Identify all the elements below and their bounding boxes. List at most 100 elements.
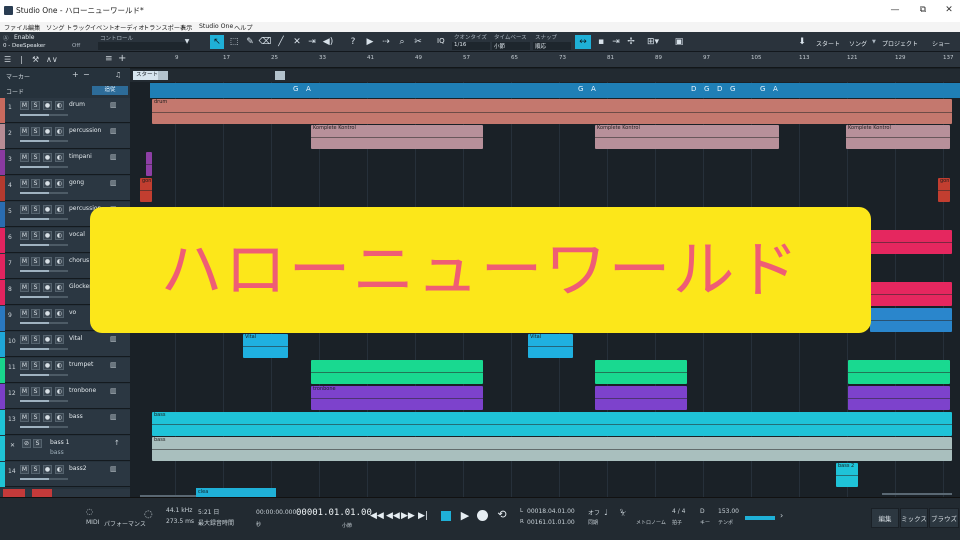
add-icon[interactable]: + (118, 53, 126, 64)
monitor-button[interactable]: M (20, 257, 29, 266)
close-icon[interactable]: ✕ (940, 5, 958, 15)
timeline-ruler[interactable]: 9172533414957657381899710511312112913714… (130, 52, 960, 68)
stop-snap-icon[interactable]: ▪ (594, 35, 608, 49)
monitor-input-button[interactable]: ◐ (55, 335, 64, 344)
track-color[interactable] (0, 436, 5, 461)
track-name[interactable]: percussion (69, 127, 101, 134)
track-header[interactable]: 10 M S ● ◐ Vital ▥ (0, 332, 130, 357)
monitor-button[interactable]: M (20, 465, 29, 474)
record-arm-button[interactable]: ● (43, 257, 52, 266)
chord-label[interactable]: G (578, 85, 584, 93)
solo-button[interactable]: S (31, 335, 40, 344)
pencil-tool-icon[interactable]: ✎ (243, 35, 257, 49)
instrument-icon[interactable]: ▥ (110, 101, 117, 109)
clip[interactable] (595, 386, 687, 410)
marker-lane[interactable]: スタート (130, 69, 960, 82)
chord-label[interactable]: D (691, 85, 697, 93)
clip[interactable]: Komplete Kontrol (595, 125, 779, 149)
monitor-button[interactable]: M (20, 179, 29, 188)
track-header[interactable]: 4 M S ● ◐ gong ▥ (0, 176, 130, 201)
monitor-input-button[interactable]: ◐ (55, 101, 64, 110)
monitor-input-button[interactable]: ◐ (55, 413, 64, 422)
position-display[interactable]: 00001.01.01.00 (296, 508, 372, 518)
zoom-slider[interactable] (882, 493, 952, 495)
clip[interactable] (848, 360, 950, 384)
scissors-icon[interactable]: ✂ (411, 35, 425, 49)
inspector-icon[interactable]: | (20, 55, 23, 64)
clip[interactable] (595, 360, 687, 384)
monitor-input-button[interactable]: ◐ (55, 465, 64, 474)
rewind-start-icon[interactable]: ◀◀ (370, 511, 384, 521)
track-color[interactable] (0, 358, 5, 383)
record-arm-button[interactable]: ● (43, 101, 52, 110)
clip[interactable]: gon (140, 178, 152, 202)
volume-fader[interactable] (20, 166, 68, 168)
arrow-tool-icon[interactable]: ↖ (210, 35, 224, 49)
snap-toggle-icon[interactable]: ↔ (575, 35, 591, 49)
chevron-right-icon[interactable]: › (780, 511, 783, 520)
track-color[interactable] (0, 462, 5, 487)
key-value[interactable]: D (700, 508, 705, 515)
monitor-input-button[interactable]: ◐ (55, 127, 64, 136)
help-icon[interactable]: ? (346, 35, 360, 49)
monitor-input-button[interactable]: ◐ (55, 153, 64, 162)
up-arrow-icon[interactable]: ↑ (114, 439, 120, 447)
track-color[interactable] (0, 202, 5, 227)
follow-button[interactable]: 追従 (92, 86, 128, 95)
clip[interactable]: tronbone (311, 386, 483, 410)
monitor-input-button[interactable]: ◐ (55, 387, 64, 396)
monitor-button[interactable]: M (20, 361, 29, 370)
track-header[interactable]: 14 M S ● ◐ bass2 ▥ (0, 462, 130, 487)
play-from-icon[interactable]: ▶ (363, 35, 377, 49)
track-color[interactable] (0, 124, 5, 149)
monitor-input-button[interactable]: ◐ (55, 309, 64, 318)
sync-icon[interactable]: ♩ (604, 508, 608, 517)
loop-right[interactable]: 00161.01.01.00 (527, 519, 575, 526)
track-name[interactable]: drum (69, 101, 85, 108)
record-arm-button[interactable]: ● (43, 179, 52, 188)
project-button[interactable]: プロジェクト (882, 39, 918, 48)
monitor-button[interactable]: M (20, 413, 29, 422)
monitor-button[interactable]: M (20, 127, 29, 136)
chevron-down-icon[interactable]: ▼ (180, 35, 194, 49)
instrument-icon[interactable]: ▥ (110, 153, 117, 161)
record-arm-button[interactable]: ● (43, 361, 52, 370)
solo-button[interactable]: S (31, 101, 40, 110)
chord-label[interactable]: A (591, 85, 597, 93)
show-button[interactable]: ショー (932, 39, 950, 48)
track-color[interactable] (0, 228, 5, 253)
menu-audio[interactable]: オーディオ (114, 23, 145, 32)
track-header[interactable]: 12 M S ● ◐ tronbone ▥ (0, 384, 130, 409)
track-header[interactable]: 3 M S ● ◐ timpani ▥ (0, 150, 130, 175)
forward-icon[interactable]: ⇥ (609, 35, 623, 49)
forward-icon[interactable]: ▶▶ (401, 511, 415, 521)
jump-icon[interactable]: ⇢ (379, 35, 393, 49)
track-name[interactable]: tronbone (69, 387, 96, 394)
solo-button[interactable]: S (31, 413, 40, 422)
track-header[interactable]: 13 M S ● ◐ bass ▥ (0, 410, 130, 435)
menu-help[interactable]: ヘルプ (234, 23, 253, 32)
instrument-icon[interactable]: ▥ (110, 387, 117, 395)
volume-fader[interactable] (20, 426, 68, 428)
track-color[interactable] (0, 176, 5, 201)
device-name[interactable]: 0 - DeeSpeaker (3, 43, 45, 49)
monitor-button[interactable]: M (20, 101, 29, 110)
track-name[interactable]: bass (69, 413, 83, 420)
menu-event[interactable]: イベント (90, 23, 115, 32)
clip[interactable] (848, 386, 950, 410)
marker-flag[interactable] (158, 71, 168, 80)
instrument-icon[interactable]: ▥ (110, 179, 117, 187)
monitor-button[interactable]: M (20, 231, 29, 240)
off-label[interactable]: Off (72, 43, 80, 49)
volume-fader[interactable] (20, 114, 68, 116)
menu-song[interactable]: ソング (46, 23, 65, 32)
metronome-icon[interactable]: ⏧ (620, 508, 626, 518)
play-icon[interactable]: ▶ (459, 509, 471, 522)
menu-track[interactable]: トラック (66, 23, 91, 32)
volume-fader[interactable] (20, 348, 68, 350)
track-color[interactable] (0, 306, 5, 331)
clip[interactable] (870, 282, 952, 306)
monitor-button[interactable]: M (20, 335, 29, 344)
song-button[interactable]: ソング (849, 39, 867, 48)
menu-studio-one[interactable]: Studio One (199, 23, 233, 30)
